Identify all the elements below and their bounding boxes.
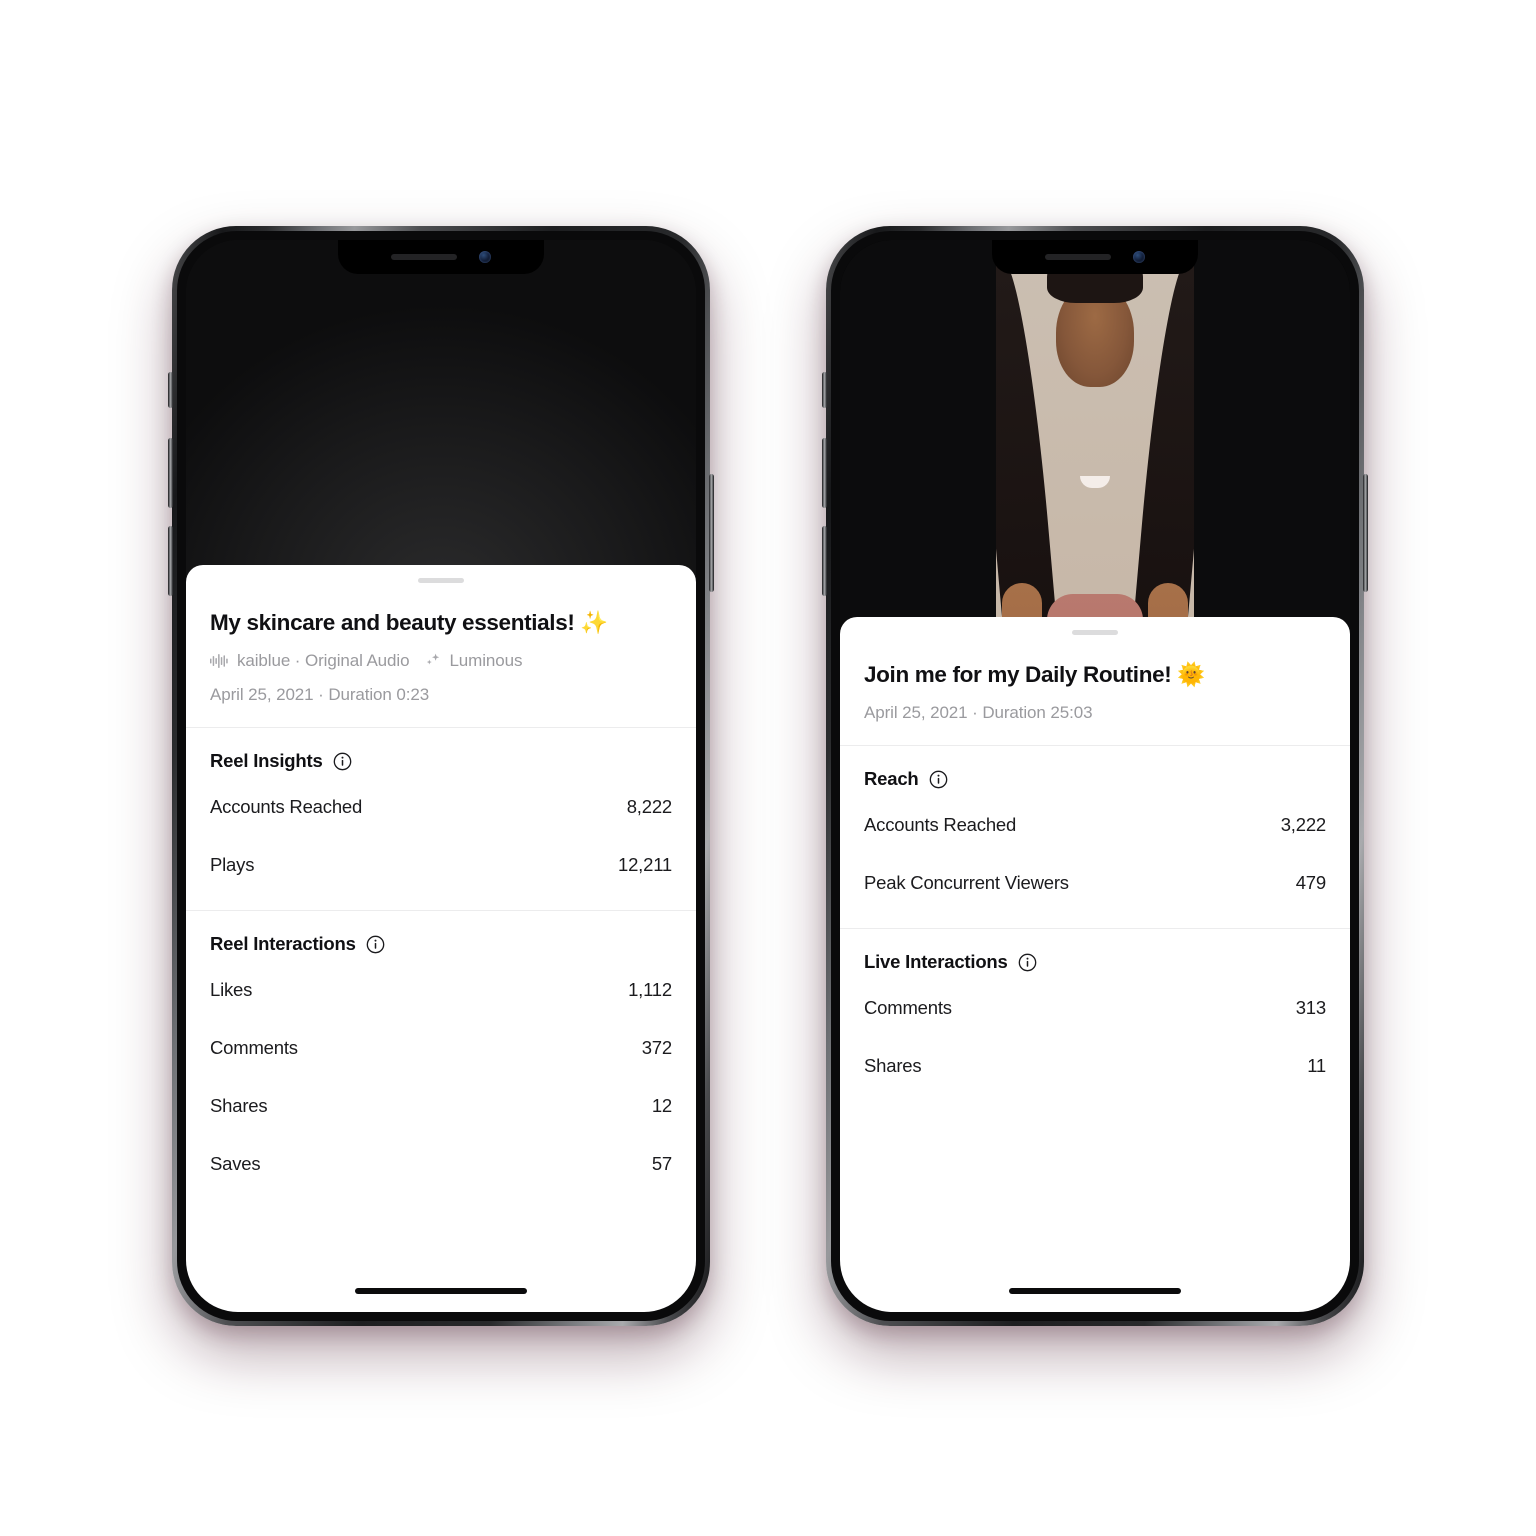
effect-label[interactable]: Luminous xyxy=(449,651,522,671)
section-heading-live-interactions: Live Interactions xyxy=(864,951,1326,973)
metric-value: 11 xyxy=(1307,1055,1326,1077)
metric-row: Comments 372 xyxy=(186,1019,696,1077)
metric-value: 1,112 xyxy=(628,979,672,1001)
date-duration-label: April 25, 2021 · Duration 0:23 xyxy=(210,685,430,705)
metric-label: Peak Concurrent Viewers xyxy=(864,872,1069,894)
section-heading-reel-interactions: Reel Interactions xyxy=(210,933,672,955)
section-title: Live Interactions xyxy=(864,951,1008,973)
metric-label: Accounts Reached xyxy=(210,796,363,818)
audio-and-effect-row: kaiblue · Original Audio Luminous xyxy=(210,651,672,671)
section-title: Reel Insights xyxy=(210,750,323,772)
insights-bottom-sheet-reel: My skincare and beauty essentials! ✨ kai… xyxy=(186,565,696,1312)
live-header: Join me for my Daily Routine! 🌞 April 25… xyxy=(840,635,1350,745)
insights-bottom-sheet-live: Join me for my Daily Routine! 🌞 April 25… xyxy=(840,617,1350,1312)
metric-row: Comments 313 xyxy=(840,979,1350,1037)
section-title: Reel Interactions xyxy=(210,933,356,955)
phone-screen-live: Join me for my Daily Routine! 🌞 April 25… xyxy=(840,240,1350,1312)
section-reel-insights: Reel Insights xyxy=(186,728,696,778)
sparkle-icon xyxy=(425,653,449,669)
metric-row: Saves 57 xyxy=(186,1135,696,1193)
section-heading-reach: Reach xyxy=(864,768,1326,790)
page-title: My skincare and beauty essentials! ✨ xyxy=(210,610,609,635)
volume-down-button[interactable] xyxy=(822,526,827,596)
metric-label: Plays xyxy=(210,854,255,876)
metric-value: 8,222 xyxy=(626,796,672,818)
phone-bezel: Join me for my Daily Routine! 🌞 April 25… xyxy=(831,231,1359,1321)
reel-header: My skincare and beauty essentials! ✨ kai… xyxy=(186,583,696,727)
metric-value: 12 xyxy=(651,1095,672,1117)
front-camera-icon xyxy=(1133,251,1145,263)
metric-row: Likes 1,112 xyxy=(186,961,696,1019)
wallpaper-stage: My skincare and beauty essentials! ✨ kai… xyxy=(0,0,1536,1536)
phone-device-live: Join me for my Daily Routine! 🌞 April 25… xyxy=(822,226,1368,1326)
info-icon[interactable] xyxy=(1018,953,1037,972)
metric-row: Accounts Reached 8,222 xyxy=(186,778,696,836)
earpiece-speaker-icon xyxy=(391,254,457,260)
mute-switch-button[interactable] xyxy=(168,372,173,408)
decor-smile xyxy=(1080,475,1110,488)
metric-value: 313 xyxy=(1295,997,1326,1019)
metric-value: 372 xyxy=(641,1037,672,1059)
metric-row: Peak Concurrent Viewers 479 xyxy=(840,854,1350,912)
date-duration-row: April 25, 2021 · Duration 0:23 xyxy=(210,685,672,705)
metric-label: Comments xyxy=(864,997,952,1019)
metric-label: Shares xyxy=(864,1055,922,1077)
metric-label: Accounts Reached xyxy=(864,814,1017,836)
section-reach: Reach xyxy=(840,746,1350,796)
device-notch xyxy=(338,240,544,274)
metric-label: Saves xyxy=(210,1153,261,1175)
metric-row: Shares 11 xyxy=(840,1037,1350,1095)
info-icon[interactable] xyxy=(929,770,948,789)
metric-value: 3,222 xyxy=(1280,814,1326,836)
metric-row: Plays 12,211 xyxy=(186,836,696,894)
date-duration-row: April 25, 2021 · Duration 25:03 xyxy=(864,703,1326,723)
metric-label: Shares xyxy=(210,1095,268,1117)
power-button[interactable] xyxy=(1363,474,1368,592)
volume-down-button[interactable] xyxy=(168,526,173,596)
power-button[interactable] xyxy=(709,474,714,592)
metric-row: Shares 12 xyxy=(186,1077,696,1135)
metric-label: Likes xyxy=(210,979,253,1001)
sheet-filler xyxy=(840,1095,1350,1312)
metric-value: 479 xyxy=(1295,872,1326,894)
metric-value: 12,211 xyxy=(617,854,672,876)
info-icon[interactable] xyxy=(333,752,352,771)
audio-label[interactable]: kaiblue · Original Audio xyxy=(237,651,410,671)
audio-waveform-icon xyxy=(210,653,237,669)
front-camera-icon xyxy=(479,251,491,263)
device-notch xyxy=(992,240,1198,274)
phone-bezel: My skincare and beauty essentials! ✨ kai… xyxy=(177,231,705,1321)
mute-switch-button[interactable] xyxy=(822,372,827,408)
metric-label: Comments xyxy=(210,1037,298,1059)
sheet-filler xyxy=(186,1193,696,1312)
home-indicator[interactable] xyxy=(355,1288,527,1294)
volume-up-button[interactable] xyxy=(822,438,827,508)
section-reel-interactions: Reel Interactions xyxy=(186,911,696,961)
home-indicator[interactable] xyxy=(1009,1288,1181,1294)
date-duration-label: April 25, 2021 · Duration 25:03 xyxy=(864,703,1093,723)
section-heading-reel-insights: Reel Insights xyxy=(210,750,672,772)
section-live-interactions: Live Interactions xyxy=(840,929,1350,979)
info-icon[interactable] xyxy=(366,935,385,954)
phone-screen-reel: My skincare and beauty essentials! ✨ kai… xyxy=(186,240,696,1312)
phone-device-reel: My skincare and beauty essentials! ✨ kai… xyxy=(168,226,714,1326)
section-title: Reach xyxy=(864,768,919,790)
metric-row: Accounts Reached 3,222 xyxy=(840,796,1350,854)
metric-value: 57 xyxy=(651,1153,672,1175)
page-title: Join me for my Daily Routine! 🌞 xyxy=(864,662,1205,687)
volume-up-button[interactable] xyxy=(168,438,173,508)
earpiece-speaker-icon xyxy=(1045,254,1111,260)
